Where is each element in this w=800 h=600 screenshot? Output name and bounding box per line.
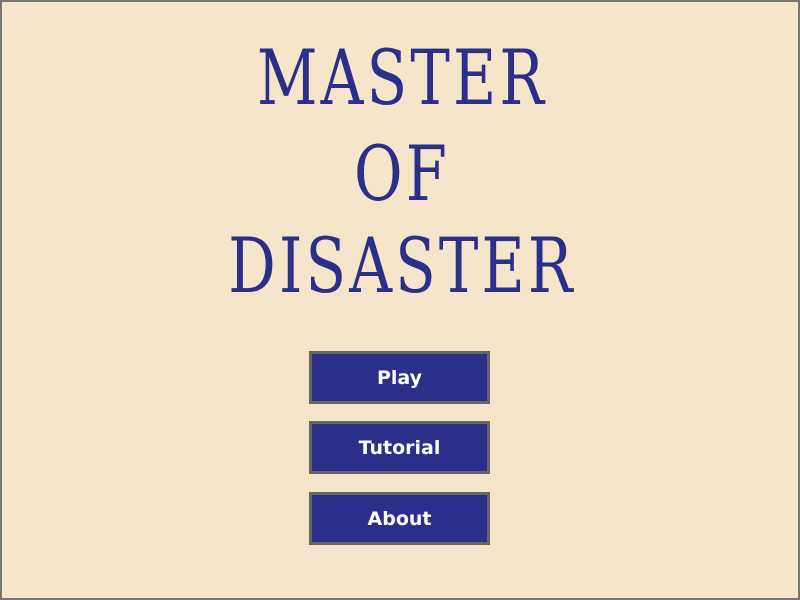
tutorial-button[interactable]: Tutorial	[309, 421, 490, 474]
game-title-line-2: OF	[354, 129, 450, 218]
game-title-line-3: DISASTER	[228, 221, 576, 310]
play-button[interactable]: Play	[309, 351, 490, 404]
game-title-line-1: MASTER	[256, 33, 548, 122]
about-button-label: About	[367, 507, 432, 530]
about-button[interactable]: About	[309, 492, 490, 545]
tutorial-button-label: Tutorial	[358, 436, 441, 459]
game-main-menu: MASTER OF DISASTER Play Tutorial About	[0, 0, 800, 600]
play-button-label: Play	[376, 366, 423, 389]
